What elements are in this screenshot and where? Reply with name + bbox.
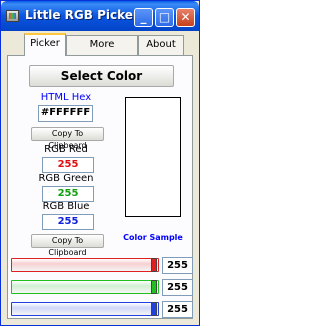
maximize-icon: □ [158, 10, 171, 24]
tab-more-software[interactable]: More Software [66, 35, 138, 68]
rgb-blue-label: RGB Blue [42, 201, 90, 212]
copy-rgb-button[interactable]: Copy To Clipboard [31, 234, 104, 257]
tab-bar: Picker More Software About [7, 33, 193, 68]
red-slider-thumb[interactable] [151, 258, 157, 272]
html-hex-field[interactable]: #FFFFFF [38, 105, 93, 122]
html-hex-label: HTML Hex [40, 92, 92, 103]
copy-hex-button[interactable]: Copy To Clipboard [31, 127, 104, 150]
app-icon [6, 10, 19, 22]
rgb-green-label: RGB Green [38, 173, 94, 184]
tab-about[interactable]: About [138, 35, 184, 55]
tab-picker-label: Picker [30, 38, 60, 49]
red-slider-value: 255 [162, 257, 193, 274]
app-window: Little RGB Picker _ □ ✕ Picker More Soft… [0, 0, 200, 326]
rgb-blue-field[interactable]: 255 [42, 214, 94, 230]
window-title: Little RGB Picker [25, 8, 139, 22]
tab-picker[interactable]: Picker [24, 33, 66, 56]
rgb-green-field[interactable]: 255 [42, 186, 94, 202]
maximize-button[interactable]: □ [155, 8, 174, 27]
close-button[interactable]: ✕ [176, 8, 195, 27]
green-slider-value: 255 [162, 279, 193, 296]
rgb-red-label: RGB Red [44, 144, 88, 155]
close-icon: ✕ [180, 10, 191, 24]
select-color-button[interactable]: Select Color [29, 65, 174, 87]
blue-slider-value: 255 [162, 301, 193, 318]
color-sample-label: Color Sample [123, 233, 183, 242]
blue-slider-thumb[interactable] [151, 302, 157, 316]
green-slider[interactable] [11, 280, 159, 296]
red-slider-track[interactable] [11, 258, 159, 272]
green-slider-thumb[interactable] [151, 280, 157, 294]
minimize-button[interactable]: _ [134, 8, 153, 27]
green-slider-track[interactable] [11, 280, 159, 294]
blue-slider-track[interactable] [11, 302, 159, 316]
minimize-icon: _ [140, 10, 147, 24]
title-bar[interactable]: Little RGB Picker _ □ ✕ [1, 1, 199, 31]
blue-slider[interactable] [11, 302, 159, 318]
rgb-red-field[interactable]: 255 [42, 157, 94, 173]
tab-about-label: About [146, 39, 176, 50]
color-sample-swatch [125, 97, 181, 217]
red-slider[interactable] [11, 258, 159, 274]
